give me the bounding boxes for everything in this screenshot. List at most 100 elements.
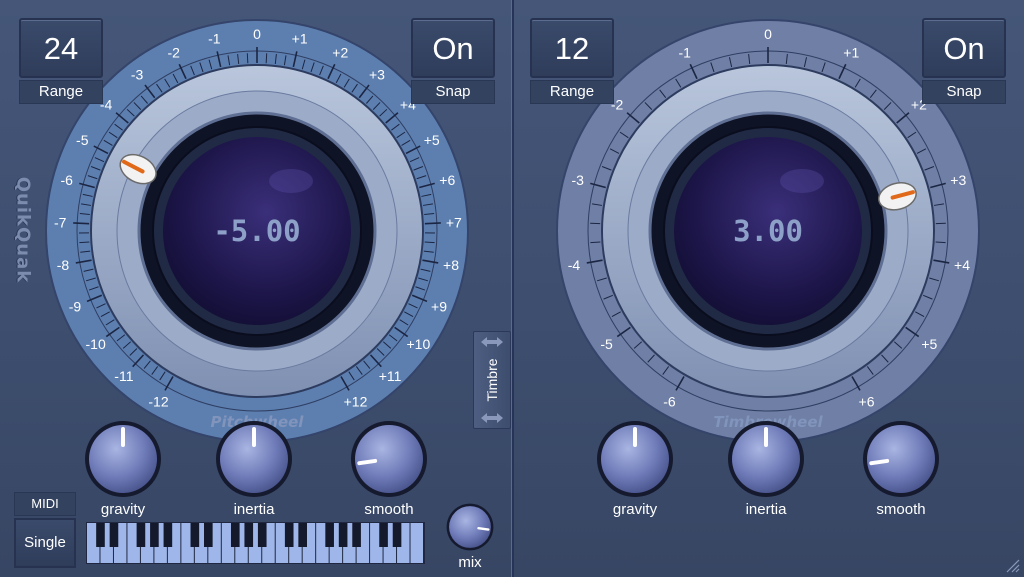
black-key[interactable] <box>96 523 105 547</box>
black-key[interactable] <box>325 523 334 547</box>
scale-label: -11 <box>114 368 133 384</box>
scale-label: +3 <box>950 172 966 188</box>
black-key[interactable] <box>298 523 307 547</box>
scale-label: -2 <box>168 44 181 60</box>
scale-label: 0 <box>764 26 772 42</box>
mix-label: mix <box>458 554 482 571</box>
double-arrow-icon <box>481 337 503 347</box>
pitch-range-label: Range <box>19 80 103 104</box>
midi-mode-button[interactable]: Single <box>14 518 76 568</box>
scale-label: 0 <box>253 26 261 42</box>
quikquak-plugin-window: -12 -11 -10 -9 -8 -7 -6 -5 -4 -3 -2 -1 0 +1 +2 +3 +4 +5 +6… <box>0 0 1024 577</box>
scale-label: +1 <box>843 44 859 60</box>
black-key[interactable] <box>244 523 254 547</box>
scale-label: +2 <box>332 44 348 60</box>
pitch-inertia-label: inertia <box>233 501 275 518</box>
scale-label: +11 <box>379 368 402 384</box>
scale-tick <box>265 53 268 64</box>
timbre-inertia-label: inertia <box>745 501 787 518</box>
knob-indicator <box>869 458 890 466</box>
quikquak-logo: QuikQuak <box>8 160 38 300</box>
scale-label: -7 <box>54 214 67 230</box>
black-key[interactable] <box>190 523 200 547</box>
black-key[interactable] <box>109 523 119 547</box>
knob-indicator <box>357 458 378 466</box>
resize-grip-icon[interactable] <box>1004 557 1020 573</box>
pitch-snap-control[interactable]: On Snap <box>411 18 495 104</box>
timbre-snap-control[interactable]: On Snap <box>922 18 1006 104</box>
timbre-gravity-label: gravity <box>612 501 658 518</box>
pitch-range-value[interactable]: 24 <box>19 18 103 78</box>
timbre-range-value[interactable]: 12 <box>530 18 614 78</box>
timbre-smooth-knob[interactable] <box>862 420 940 498</box>
pitchwheel-panel: -12 -11 -10 -9 -8 -7 -6 -5 -4 -3 -2 -1 0 +1 +2 +3 +4 +5 +6… <box>0 0 511 577</box>
pitch-inertia-knob[interactable] <box>215 420 293 498</box>
scale-tick <box>424 241 435 244</box>
value-display-text: 3.00 <box>733 214 803 248</box>
midi-keyboard[interactable] <box>86 522 425 564</box>
black-key[interactable] <box>338 523 348 547</box>
pitch-gravity-label: gravity <box>100 501 146 518</box>
scale-label: -6 <box>60 172 73 188</box>
black-key[interactable] <box>163 523 173 547</box>
scale-label: -1 <box>208 31 221 47</box>
value-display-text: -5.00 <box>213 214 300 248</box>
timbre-smooth-label: smooth <box>876 501 926 518</box>
timbre-range-label: Range <box>530 80 614 104</box>
scale-tick <box>424 222 441 225</box>
scale-label: +7 <box>446 214 462 230</box>
timbre-inertia-knob[interactable] <box>727 420 805 498</box>
pitch-snap-value[interactable]: On <box>411 18 495 78</box>
black-key[interactable] <box>204 523 213 547</box>
black-key[interactable] <box>379 523 388 547</box>
scale-label: -4 <box>568 257 581 273</box>
black-key[interactable] <box>392 523 402 547</box>
pitch-snap-label: Snap <box>411 80 495 104</box>
scale-tick <box>73 222 90 225</box>
pitch-gravity-knob[interactable] <box>84 420 162 498</box>
scale-tick <box>246 53 249 64</box>
midi-mode-control[interactable]: MIDI Single <box>14 492 76 568</box>
pitch-smooth-label: smooth <box>364 501 414 518</box>
black-key[interactable] <box>136 523 146 547</box>
scale-label: -5 <box>76 132 89 148</box>
black-key[interactable] <box>257 523 267 547</box>
scale-label: -10 <box>86 336 106 352</box>
timbre-gravity-knob[interactable] <box>596 420 674 498</box>
timbre-snap-label: Snap <box>922 80 1006 104</box>
black-key[interactable] <box>352 523 361 547</box>
timbrewheel-panel: -6-5-4-3-2-10+1+2+3+4+5+6Timbrewheel3.00… <box>513 0 1024 577</box>
scale-label: -8 <box>57 257 70 273</box>
scale-tick <box>590 241 601 244</box>
pitch-range-control[interactable]: 24 Range <box>19 18 103 104</box>
logo-text: QuikQuak <box>12 176 34 284</box>
scale-label: -3 <box>571 172 584 188</box>
scale-label: +5 <box>424 132 440 148</box>
pitch-smooth-knob[interactable] <box>350 420 428 498</box>
scale-label: +3 <box>369 67 385 83</box>
scale-label: +1 <box>292 31 308 47</box>
scale-tick <box>935 241 946 244</box>
scale-label: -3 <box>131 67 144 83</box>
knob-indicator <box>477 526 490 531</box>
timbre-snap-value[interactable]: On <box>922 18 1006 78</box>
scale-label: +9 <box>431 298 447 314</box>
black-key[interactable] <box>150 523 159 547</box>
midi-header: MIDI <box>14 492 76 516</box>
mix-knob[interactable] <box>446 503 494 551</box>
scale-label: +12 <box>344 394 368 410</box>
scale-label: +8 <box>443 257 459 273</box>
timbre-range-control[interactable]: 12 Range <box>530 18 614 104</box>
black-key[interactable] <box>284 523 294 547</box>
scale-label: +6 <box>439 172 455 188</box>
scale-label: -6 <box>663 394 676 410</box>
scale-label: +5 <box>921 336 937 352</box>
scale-label: -5 <box>600 336 613 352</box>
timbre-toggle-button[interactable]: Timbre <box>473 331 511 429</box>
double-arrow-icon <box>481 413 503 423</box>
scale-label: +6 <box>859 394 875 410</box>
scale-label: +4 <box>954 257 970 273</box>
scale-label: -1 <box>679 44 692 60</box>
black-key[interactable] <box>230 523 240 547</box>
scale-label: -9 <box>69 298 82 314</box>
